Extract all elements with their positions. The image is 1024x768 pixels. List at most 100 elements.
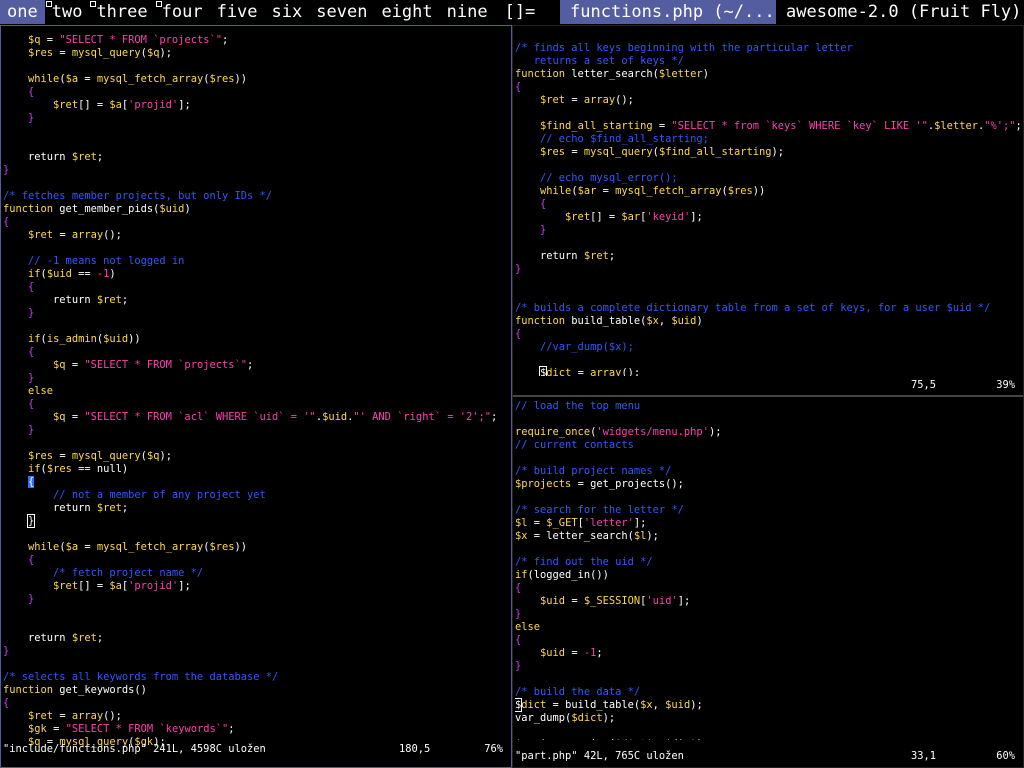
code-line[interactable]: { xyxy=(3,86,509,99)
code-line[interactable]: { xyxy=(515,81,1021,94)
code-line[interactable] xyxy=(3,60,509,73)
code-line[interactable]: /* selects all keywords from the databas… xyxy=(3,671,509,684)
code-line[interactable]: } xyxy=(515,263,1021,276)
code-line[interactable]: $q = "SELECT * FROM `projects`"; xyxy=(3,34,509,47)
code-line[interactable]: } xyxy=(3,112,509,125)
code-line[interactable]: // echo mysql_error(); xyxy=(515,172,1021,185)
code-line[interactable]: $ret[] = $ar['keyid']; xyxy=(515,211,1021,224)
code-line[interactable]: $find_all_starting = "SELECT * from `key… xyxy=(515,120,1021,133)
code-line[interactable]: if($uid == -1) xyxy=(3,268,509,281)
code-line[interactable]: } xyxy=(3,307,509,320)
code-line[interactable]: { xyxy=(3,346,509,359)
code-line[interactable]: while($a = mysql_fetch_array($res)) xyxy=(3,73,509,86)
code-line[interactable]: var_dump($dict); xyxy=(515,712,1021,725)
code-line[interactable]: $ret[] = $a['projid']; xyxy=(3,99,509,112)
code-line[interactable]: } xyxy=(3,514,509,528)
code-line[interactable]: function get_keywords() xyxy=(3,684,509,697)
code-line[interactable]: { xyxy=(3,398,509,411)
code-line[interactable]: { xyxy=(515,198,1021,211)
code-line[interactable] xyxy=(515,276,1021,289)
code-line[interactable]: $ret = array(); xyxy=(3,710,509,723)
code-line[interactable]: /* build the data */ xyxy=(515,686,1021,699)
tag-three[interactable]: three xyxy=(89,0,154,24)
code-line[interactable]: /* finds all keys beginning with the par… xyxy=(515,42,1021,55)
code-line[interactable] xyxy=(3,320,509,333)
code-line[interactable]: { xyxy=(515,328,1021,341)
code-line[interactable] xyxy=(3,528,509,541)
code-line[interactable]: { xyxy=(515,582,1021,595)
code-area-bottom[interactable]: // load the top menu require_once('widget… xyxy=(515,400,1021,740)
code-line[interactable]: $engine->assign('dict', $dict); xyxy=(515,738,1021,740)
tag-one[interactable]: one xyxy=(0,0,45,24)
tag-two[interactable]: two xyxy=(45,0,90,24)
code-line[interactable]: $ret = array(); xyxy=(515,94,1021,107)
code-line[interactable]: // echo $find_all_starting; xyxy=(515,133,1021,146)
code-line[interactable]: // current contacts xyxy=(515,439,1021,452)
code-line[interactable]: require_once('widgets/menu.php'); xyxy=(515,426,1021,439)
code-line[interactable]: // not a member of any project yet xyxy=(3,489,509,502)
code-line[interactable]: /* builds a complete dictionary table fr… xyxy=(515,302,1021,315)
code-line[interactable] xyxy=(3,619,509,632)
code-line[interactable]: function build_table($x, $uid) xyxy=(515,315,1021,328)
code-line[interactable]: /* fetch project name */ xyxy=(3,567,509,580)
tag-six[interactable]: six xyxy=(265,0,310,24)
code-line[interactable]: $res = mysql_query($find_all_starting); xyxy=(515,146,1021,159)
code-line[interactable]: } xyxy=(3,593,509,606)
editor-window-left[interactable]: $q = "SELECT * FROM `projects`"; $res = … xyxy=(0,25,512,768)
code-line[interactable]: $ret = array(); xyxy=(3,229,509,242)
tag-seven[interactable]: seven xyxy=(309,0,374,24)
code-line[interactable]: $dict = build_table($x, $uid); xyxy=(515,698,1021,712)
code-line[interactable]: //var_dump($x); xyxy=(515,341,1021,354)
code-line[interactable]: return $ret; xyxy=(3,502,509,515)
code-line[interactable]: { xyxy=(3,476,509,489)
tag-nine[interactable]: nine xyxy=(440,0,495,24)
code-line[interactable]: else xyxy=(3,385,509,398)
code-line[interactable] xyxy=(3,177,509,190)
code-line[interactable]: returns a set of keys */ xyxy=(515,55,1021,68)
code-line[interactable]: $projects = get_projects(); xyxy=(515,478,1021,491)
code-line[interactable]: return $ret; xyxy=(3,294,509,307)
code-line[interactable] xyxy=(3,437,509,450)
code-line[interactable] xyxy=(515,29,1021,42)
code-line[interactable]: /* find out the uid */ xyxy=(515,556,1021,569)
code-line[interactable]: else xyxy=(515,621,1021,634)
code-line[interactable]: } xyxy=(3,645,509,658)
code-line[interactable] xyxy=(515,159,1021,172)
code-line[interactable]: $q = "SELECT * FROM `projects`"; xyxy=(3,359,509,372)
code-line[interactable]: { xyxy=(3,554,509,567)
code-line[interactable]: // -1 means not logged in xyxy=(3,255,509,268)
code-line[interactable]: /* build project names */ xyxy=(515,465,1021,478)
code-line[interactable]: { xyxy=(3,281,509,294)
code-line[interactable]: if(is_admin($uid)) xyxy=(3,333,509,346)
code-line[interactable] xyxy=(515,237,1021,250)
code-line[interactable]: return $ret; xyxy=(515,250,1021,263)
code-area[interactable]: $q = "SELECT * FROM `projects`"; $res = … xyxy=(3,34,509,749)
code-line[interactable]: $uid = $_SESSION['uid']; xyxy=(515,595,1021,608)
code-line[interactable] xyxy=(3,242,509,255)
code-line[interactable] xyxy=(3,138,509,151)
code-area-top[interactable]: /* finds all keys beginning with the par… xyxy=(515,29,1021,376)
code-line[interactable] xyxy=(515,725,1021,738)
focused-task[interactable]: functions.php (~/... xyxy=(560,0,776,24)
code-line[interactable]: } xyxy=(515,224,1021,237)
code-line[interactable]: { xyxy=(515,634,1021,647)
code-line[interactable]: while($a = mysql_fetch_array($res)) xyxy=(3,541,509,554)
code-line[interactable] xyxy=(515,491,1021,504)
code-line[interactable]: $dict = array(); xyxy=(515,366,1021,376)
code-line[interactable]: { xyxy=(3,697,509,710)
code-line[interactable]: } xyxy=(3,372,509,385)
code-line[interactable]: // load the top menu xyxy=(515,400,1021,413)
code-line[interactable] xyxy=(515,673,1021,686)
code-line[interactable]: return $ret; xyxy=(3,151,509,164)
code-line[interactable]: function get_member_pids($uid) xyxy=(3,203,509,216)
code-line[interactable] xyxy=(515,543,1021,556)
code-line[interactable] xyxy=(3,658,509,671)
tag-five[interactable]: five xyxy=(210,0,265,24)
code-line[interactable] xyxy=(515,107,1021,120)
code-line[interactable]: $res = mysql_query($q); xyxy=(3,47,509,60)
tag-eight[interactable]: eight xyxy=(374,0,439,24)
code-line[interactable]: $uid = -1; xyxy=(515,647,1021,660)
code-line[interactable]: if(logged_in()) xyxy=(515,569,1021,582)
code-line[interactable]: } xyxy=(3,164,509,177)
code-line[interactable]: } xyxy=(3,424,509,437)
